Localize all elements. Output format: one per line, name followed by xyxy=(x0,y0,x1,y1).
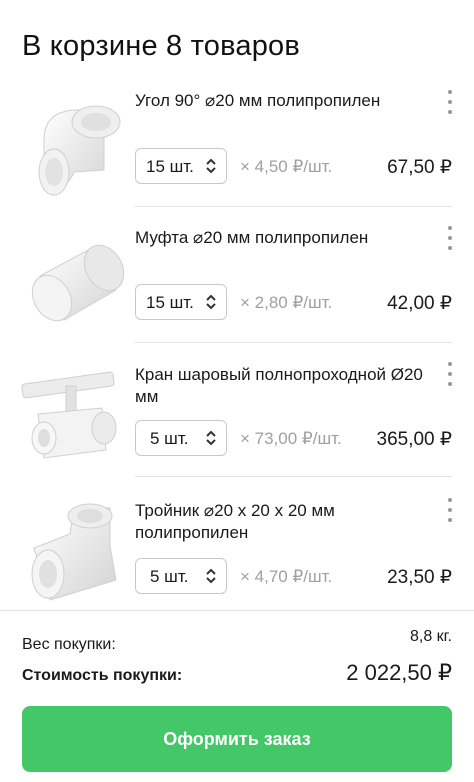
unit-price: × 4,70 ₽/шт. xyxy=(240,567,333,586)
divider xyxy=(135,342,452,343)
item-total: 365,00 ₽ xyxy=(376,429,452,450)
item-name[interactable]: Муфта ⌀20 мм полипропилен xyxy=(135,227,425,249)
more-options-icon[interactable] xyxy=(438,498,462,526)
unit-price: × 73,00 ₽/шт. xyxy=(240,429,342,448)
unit-price: × 2,80 ₽/шт. xyxy=(240,293,333,312)
chevron-up-down-icon xyxy=(206,294,216,310)
chevron-up-down-icon xyxy=(206,158,216,174)
chevron-up-down-icon xyxy=(206,430,216,446)
pipe-coupling-icon[interactable] xyxy=(16,228,126,338)
weight-value: 8,8 кг. xyxy=(409,628,452,645)
divider xyxy=(135,476,452,477)
more-options-icon[interactable] xyxy=(438,362,462,390)
item-name[interactable]: Тройник ⌀20 х 20 х 20 мм полипропилен xyxy=(135,500,425,544)
quantity-select[interactable]: 5 шт. xyxy=(135,558,227,594)
item-name[interactable]: Угол 90° ⌀20 мм полипропилен xyxy=(135,90,425,112)
cart-title: В корзине 8 товаров xyxy=(22,30,300,62)
item-total: 23,50 ₽ xyxy=(387,567,452,588)
item-total: 42,00 ₽ xyxy=(387,293,452,314)
ball-valve-icon[interactable] xyxy=(16,366,126,476)
quantity-value: 15 шт. xyxy=(146,157,194,176)
divider xyxy=(135,206,452,207)
unit-price: × 4,50 ₽/шт. xyxy=(240,157,333,176)
pipe-tee-icon[interactable] xyxy=(16,500,126,610)
quantity-select[interactable]: 5 шт. xyxy=(135,420,227,456)
item-total: 67,50 ₽ xyxy=(387,157,452,178)
item-name[interactable]: Кран шаровый полнопроходной Ø20 мм xyxy=(135,364,425,408)
summary-divider xyxy=(0,610,474,611)
more-options-icon[interactable] xyxy=(438,226,462,254)
quantity-value: 15 шт. xyxy=(146,293,194,312)
pipe-elbow-90-icon[interactable] xyxy=(16,92,126,202)
cost-label: Стоимость покупки: xyxy=(22,667,183,684)
weight-label: Вес покупки: xyxy=(22,636,116,653)
chevron-up-down-icon xyxy=(206,568,216,584)
quantity-value: 5 шт. xyxy=(150,429,189,448)
quantity-select[interactable]: 15 шт. xyxy=(135,284,227,320)
checkout-button[interactable]: Оформить заказ xyxy=(22,706,452,772)
more-options-icon[interactable] xyxy=(438,90,462,118)
quantity-select[interactable]: 15 шт. xyxy=(135,148,227,184)
cost-value: 2 022,50 ₽ xyxy=(346,660,452,685)
quantity-value: 5 шт. xyxy=(150,567,189,586)
